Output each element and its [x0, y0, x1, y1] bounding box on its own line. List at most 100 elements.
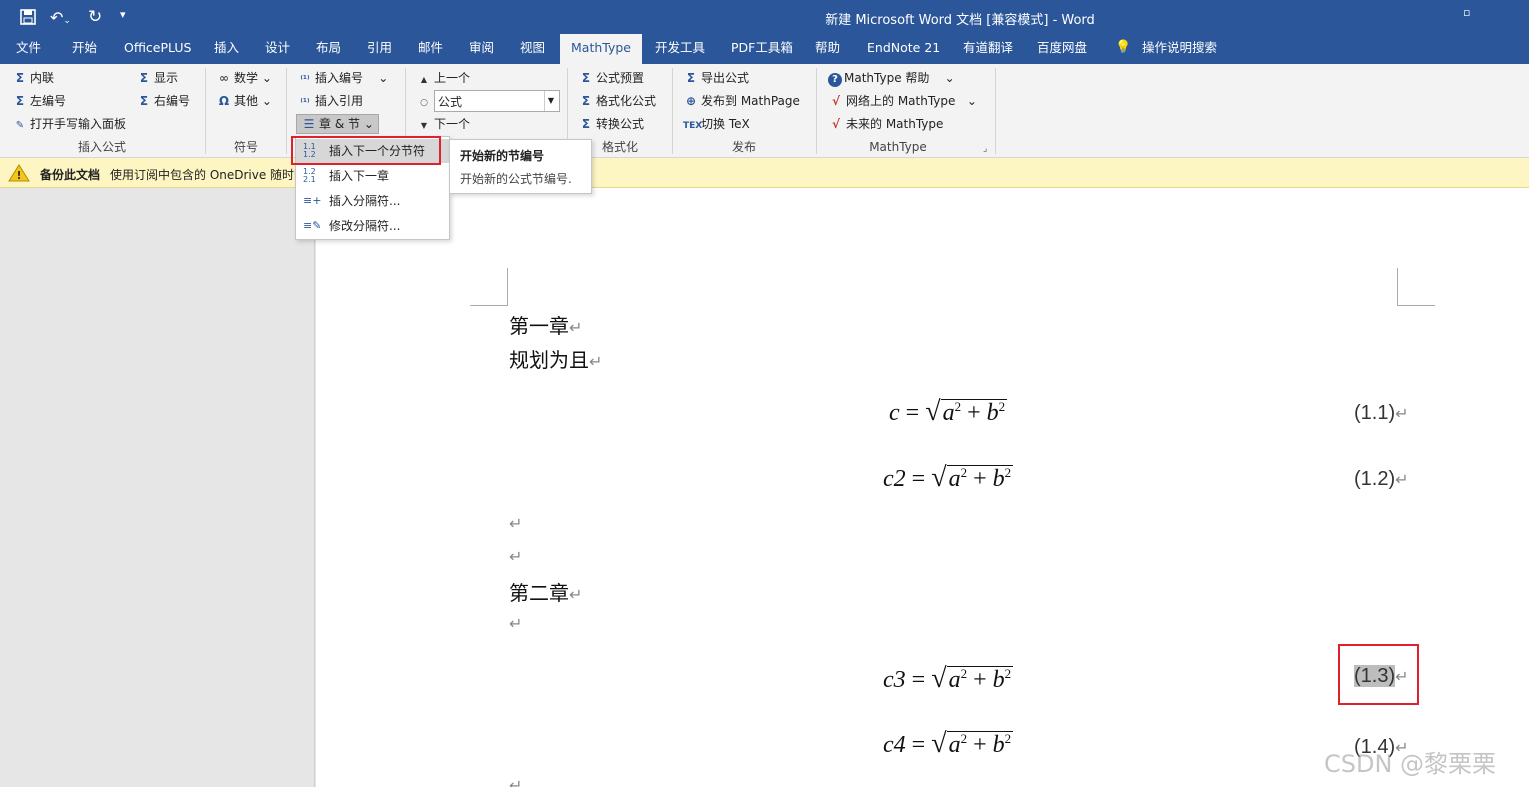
up-arrow-icon: ▲: [420, 75, 428, 84]
equation-4[interactable]: c4 = √a2 + b2: [883, 728, 1014, 760]
sigma-icon: Σ: [139, 71, 149, 85]
pen-icon: ✎: [15, 120, 25, 131]
title-bar: ↶⌄ ↻ ▾ 新建 Microsoft Word 文档 [兼容模式] - Wor…: [0, 0, 1529, 34]
group-divider: [672, 68, 673, 154]
previous-button[interactable]: ▲ 上一个: [416, 68, 470, 88]
corner-mark-right: [1397, 268, 1435, 306]
save-icon[interactable]: [20, 9, 36, 25]
sqrt-symbol: √: [931, 462, 947, 493]
dialog-launcher-icon[interactable]: ⌟: [983, 144, 987, 154]
group-label-format: 格式化: [601, 140, 638, 154]
right-number-button[interactable]: Σ 右编号: [136, 91, 190, 111]
empty-paragraph: ↵: [509, 776, 523, 787]
preset-icon: Σ: [581, 71, 591, 85]
menu-item-modify-break[interactable]: ≡✎ 修改分隔符...: [296, 214, 449, 238]
tab-help[interactable]: 帮助: [815, 34, 840, 64]
help-icon: ?: [828, 73, 842, 87]
format-formula-button[interactable]: Σ 格式化公式: [578, 91, 656, 111]
format-icon: Σ: [581, 94, 591, 108]
tooltip: 开始新的节编号 开始新的公式节编号.: [449, 139, 592, 194]
mathtype-icon: √: [831, 117, 840, 131]
sigma-icon: Σ: [139, 94, 149, 108]
browse-type-select[interactable]: 公式 ▼: [434, 90, 560, 112]
group-divider: [995, 68, 996, 154]
tab-insert[interactable]: 插入: [214, 34, 239, 64]
undo-icon[interactable]: ↶⌄: [50, 8, 78, 27]
group-label-mathtype: MathType: [869, 140, 927, 154]
future-mathtype-button[interactable]: √ 未来的 MathType: [828, 114, 943, 134]
tab-endnote[interactable]: EndNote 21: [867, 34, 940, 64]
insert-reference-button[interactable]: ⁽¹⁾ 插入引用: [297, 91, 363, 111]
tab-file[interactable]: 文件: [16, 34, 41, 64]
tooltip-description: 开始新的公式节编号.: [460, 172, 572, 186]
left-gutter: [0, 188, 315, 787]
tab-developer[interactable]: 开发工具: [655, 34, 705, 64]
tab-review[interactable]: 审阅: [469, 34, 494, 64]
tex-icon: TEX: [683, 121, 703, 131]
equation-2[interactable]: c2 = √a2 + b2: [883, 462, 1014, 494]
inline-button[interactable]: Σ 内联: [12, 68, 54, 88]
menu-item-insert-next-chapter[interactable]: 1.2 2.1 插入下一章: [296, 164, 449, 188]
tab-mathtype[interactable]: MathType: [560, 34, 642, 64]
ribbon-display-options-icon[interactable]: ▫: [1463, 6, 1470, 19]
radicand: a2 + b2: [946, 731, 1014, 758]
mathtype-icon: √: [831, 94, 840, 108]
online-mathtype-button[interactable]: √ 网络上的 MathType ⌄: [828, 91, 977, 111]
tab-officeplus[interactable]: OfficePLUS: [124, 34, 191, 64]
modify-break-icon: ≡✎: [303, 219, 322, 232]
tab-home[interactable]: 开始: [72, 34, 97, 64]
chapter-section-button[interactable]: ☰ 章 & 节 ⌄: [296, 114, 379, 134]
mathtype-help-button[interactable]: ? MathType 帮助 ⌄: [828, 68, 955, 88]
convert-formula-button[interactable]: Σ 转换公式: [578, 114, 644, 134]
equation-number-3[interactable]: (1.3)↵: [1354, 657, 1409, 695]
globe-icon: ⊕: [685, 94, 697, 108]
radicand: a2 + b2: [946, 666, 1014, 693]
tab-mailings[interactable]: 邮件: [418, 34, 443, 64]
sqrt-symbol: √: [931, 728, 947, 759]
equation-1[interactable]: c = √a2 + b2: [889, 396, 1008, 428]
left-number-button[interactable]: Σ 左编号: [12, 91, 66, 111]
sigma-icon: Σ: [15, 71, 25, 85]
tab-layout[interactable]: 布局: [316, 34, 341, 64]
next-button[interactable]: ▼ 下一个: [416, 114, 470, 134]
convert-icon: Σ: [581, 117, 591, 131]
export-formula-button[interactable]: Σ 导出公式: [683, 68, 749, 88]
chapter-heading-2: 第二章↵: [509, 581, 583, 605]
tab-youdao[interactable]: 有道翻译: [963, 34, 1013, 64]
lightbulb-icon: 💡: [1115, 40, 1132, 55]
insert-number-button[interactable]: ⁽¹⁾ 插入编号 ⌄: [297, 68, 388, 88]
formula-preset-button[interactable]: Σ 公式预置: [578, 68, 644, 88]
document-canvas[interactable]: 第一章↵ 规划为且↵ c = √a2 + b2 (1.1)↵ c2 = √a2 …: [316, 188, 1529, 787]
highlight-box-menu-item: [291, 136, 441, 165]
paragraph-text: 规划为且↵: [509, 348, 603, 372]
tab-baidu[interactable]: 百度网盘: [1037, 34, 1087, 64]
tab-references[interactable]: 引用: [367, 34, 392, 64]
toggle-tex-button[interactable]: TEX切换 TeX: [683, 114, 750, 134]
group-divider: [286, 68, 287, 154]
omega-icon: Ω: [218, 94, 230, 108]
math-symbols-button[interactable]: ∞ 数学 ⌄: [216, 68, 272, 88]
number-icon: ⁽¹⁾: [300, 75, 310, 85]
tell-me-search[interactable]: 操作说明搜索: [1142, 34, 1217, 64]
display-button[interactable]: Σ 显示: [136, 68, 178, 88]
chapter-heading-1: 第一章↵: [509, 314, 583, 338]
publish-mathpage-button[interactable]: ⊕ 发布到 MathPage: [683, 91, 800, 111]
customize-icon[interactable]: ▾: [120, 8, 132, 24]
sqrt-symbol: √: [925, 396, 941, 427]
chapter-number-icon: 1.2 2.1: [303, 167, 316, 184]
tab-pdf-tools[interactable]: PDF工具箱: [731, 34, 793, 64]
group-divider: [816, 68, 817, 154]
group-label-publish: 发布: [731, 140, 756, 154]
handwrite-panel-button[interactable]: ✎ 打开手写输入面板: [12, 114, 126, 134]
corner-mark-left: [470, 268, 508, 306]
menu-item-insert-break[interactable]: ≡+ 插入分隔符...: [296, 189, 449, 213]
equation-3[interactable]: c3 = √a2 + b2: [883, 663, 1014, 695]
chevron-down-icon: ▼: [544, 91, 557, 111]
other-symbols-button[interactable]: Ω 其他 ⌄: [216, 91, 272, 111]
warning-icon: !: [8, 164, 30, 182]
tab-view[interactable]: 视图: [520, 34, 545, 64]
group-label-insert-formula: 插入公式: [77, 140, 126, 154]
redo-icon[interactable]: ↻: [88, 7, 106, 27]
tab-design[interactable]: 设计: [265, 34, 290, 64]
group-divider: [205, 68, 206, 154]
